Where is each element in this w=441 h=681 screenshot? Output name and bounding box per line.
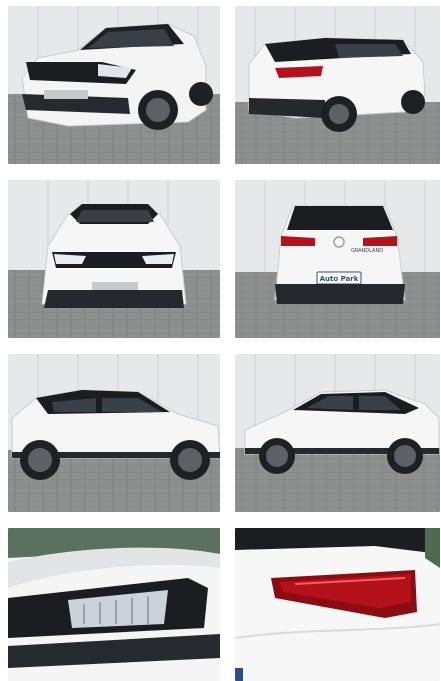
model-script-text: GRANDLAND (351, 248, 383, 254)
taillight-detail-photo (235, 528, 440, 681)
car-rear-three-quarter-photo (235, 6, 440, 164)
headlight-detail-photo (8, 528, 220, 681)
car-front-photo (8, 180, 220, 338)
gallery-photo-front-three-quarter[interactable] (8, 6, 220, 164)
dealer-plate-text: Auto Park (320, 275, 359, 283)
car-front-three-quarter-photo (8, 6, 220, 164)
gallery-photo-rear[interactable]: GRANDLAND Auto Park (235, 180, 440, 338)
car-rear-photo: GRANDLAND Auto Park (235, 180, 440, 338)
car-left-side-photo (8, 354, 220, 512)
gallery-photo-headlight-detail[interactable] (8, 528, 220, 681)
car-right-side-photo (235, 354, 440, 512)
photo-gallery: GRANDLAND Auto Park (8, 6, 440, 681)
gallery-photo-taillight-detail[interactable] (235, 528, 440, 681)
gallery-photo-front[interactable] (8, 180, 220, 338)
gallery-photo-left-side[interactable] (8, 354, 220, 512)
gallery-photo-rear-three-quarter[interactable] (235, 6, 440, 164)
gallery-photo-right-side[interactable] (235, 354, 440, 512)
